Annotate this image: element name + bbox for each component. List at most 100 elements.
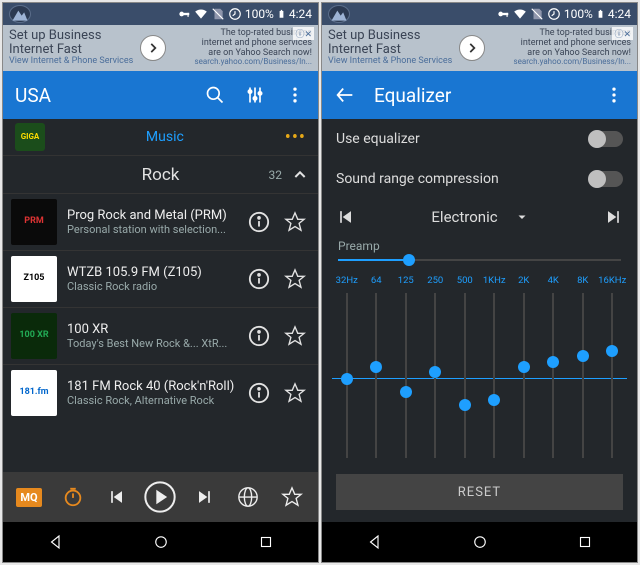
play-button[interactable] — [144, 479, 176, 515]
preset-label: Electronic — [431, 208, 497, 226]
statusbar-app-badge-icon — [9, 5, 31, 23]
station-row[interactable]: Z105 WTZB 105.9 FM (Z105) Classic Rock r… — [3, 250, 318, 307]
nav-recent-icon[interactable] — [576, 533, 594, 551]
station-row[interactable]: PRM Prog Rock and Metal (PRM) Personal s… — [3, 193, 318, 250]
band-thumb[interactable] — [488, 394, 500, 406]
battery-icon — [277, 7, 286, 21]
wifi-icon — [194, 7, 208, 21]
eq-band[interactable]: 32Hz — [332, 275, 362, 458]
station-subtitle: Today's Best New Rock &... XtR... — [67, 337, 238, 350]
wifi-icon — [513, 7, 527, 21]
tab-music[interactable]: Music — [45, 129, 285, 145]
band-slider[interactable] — [464, 293, 466, 458]
equalizer-bands: 32Hz 64 125 250 500 1KHz 2K 4K 8K 16KHz — [322, 271, 637, 466]
band-thumb[interactable] — [459, 399, 471, 411]
eq-band[interactable]: 2K — [509, 275, 539, 458]
eq-band[interactable]: 4K — [539, 275, 569, 458]
prev-button[interactable] — [101, 487, 133, 507]
nav-back-icon[interactable] — [366, 533, 384, 551]
band-slider[interactable] — [493, 293, 495, 458]
next-button[interactable] — [188, 487, 220, 507]
ad-arrow-icon[interactable] — [459, 35, 485, 61]
band-slider[interactable] — [611, 293, 613, 458]
ad-banner[interactable]: Set up BusinessInternet Fast View Intern… — [322, 25, 637, 71]
eq-band[interactable]: 64 — [362, 275, 392, 458]
band-label: 500 — [457, 275, 473, 287]
appbar: USA — [3, 71, 318, 119]
quality-button[interactable]: MQ — [13, 488, 45, 507]
globe-icon[interactable] — [232, 486, 264, 508]
nav-home-icon[interactable] — [471, 533, 489, 551]
band-thumb[interactable] — [606, 345, 618, 357]
overflow-menu-icon[interactable] — [284, 84, 306, 106]
eq-band[interactable]: 250 — [421, 275, 451, 458]
nav-back-icon[interactable] — [47, 533, 65, 551]
use-equalizer-row[interactable]: Use equalizer — [322, 119, 637, 159]
info-icon[interactable] — [248, 325, 274, 347]
favorite-icon[interactable] — [276, 486, 308, 508]
preset-next-icon[interactable] — [603, 207, 623, 227]
band-slider[interactable] — [552, 293, 554, 458]
filter-icon[interactable] — [244, 84, 266, 106]
band-thumb[interactable] — [429, 366, 441, 378]
tab-more-icon[interactable]: ••• — [285, 127, 306, 148]
band-label: 16KHz — [598, 275, 626, 287]
info-icon[interactable] — [248, 268, 274, 290]
ad-arrow-icon[interactable] — [140, 35, 166, 61]
star-icon[interactable] — [284, 268, 310, 290]
info-icon[interactable] — [248, 382, 274, 404]
station-art-icon: Z105 — [11, 256, 57, 302]
band-thumb[interactable] — [341, 373, 353, 385]
station-row[interactable]: 100 XR 100 XR Today's Best New Rock &...… — [3, 307, 318, 364]
clock-text: 4:24 — [608, 7, 631, 21]
no-sim-icon — [211, 7, 225, 21]
back-icon[interactable] — [334, 84, 356, 106]
band-thumb[interactable] — [577, 350, 589, 362]
band-label: 64 — [371, 275, 382, 287]
info-icon[interactable] — [248, 211, 274, 233]
eq-band[interactable]: 125 — [391, 275, 421, 458]
compression-switch[interactable] — [589, 171, 623, 187]
ad-banner[interactable]: Set up BusinessInternet Fast View Intern… — [3, 25, 318, 71]
nav-home-icon[interactable] — [152, 533, 170, 551]
preamp-slider[interactable]: Preamp — [322, 235, 637, 271]
nav-recent-icon[interactable] — [257, 533, 275, 551]
appbar: Equalizer — [322, 71, 637, 119]
eq-band[interactable]: 500 — [450, 275, 480, 458]
ad-close-icon[interactable]: ⓘ✕ — [612, 27, 633, 40]
band-label: 8K — [577, 275, 588, 287]
overflow-menu-icon[interactable] — [603, 84, 625, 106]
band-thumb[interactable] — [518, 361, 530, 373]
battery-text: 100% — [245, 7, 274, 21]
search-icon[interactable] — [204, 84, 226, 106]
sleep-timer-icon[interactable] — [57, 486, 89, 508]
band-slider[interactable] — [582, 293, 584, 458]
eq-band[interactable]: 1KHz — [480, 275, 510, 458]
band-thumb[interactable] — [370, 361, 382, 373]
station-row[interactable]: 181.fm 181 FM Rock 40 (Rock'n'Roll) Clas… — [3, 364, 318, 421]
band-thumb[interactable] — [547, 356, 559, 368]
compression-row[interactable]: Sound range compression — [322, 159, 637, 199]
star-icon[interactable] — [284, 382, 310, 404]
band-slider[interactable] — [346, 293, 348, 458]
phone-left: 100% 4:24 Set up BusinessInternet Fast V… — [2, 2, 319, 563]
star-icon[interactable] — [284, 325, 310, 347]
ad-close-icon[interactable]: ⓘ✕ — [293, 27, 314, 40]
eq-band[interactable]: 8K — [568, 275, 598, 458]
preset-prev-icon[interactable] — [336, 207, 356, 227]
band-slider[interactable] — [405, 293, 407, 458]
preset-dropdown[interactable]: Electronic — [374, 208, 585, 226]
update-icon — [228, 7, 242, 21]
use-equalizer-switch[interactable] — [589, 131, 623, 147]
band-slider[interactable] — [434, 293, 436, 458]
player-bar: MQ — [3, 472, 318, 522]
tab-thumb-icon[interactable]: GIGA — [15, 123, 45, 151]
ad-subline: View Internet & Phone Services — [9, 57, 140, 67]
band-slider[interactable] — [523, 293, 525, 458]
band-thumb[interactable] — [400, 386, 412, 398]
band-slider[interactable] — [375, 293, 377, 458]
reset-button[interactable]: RESET — [336, 474, 623, 510]
eq-band[interactable]: 16KHz — [598, 275, 628, 458]
category-header[interactable]: Rock 32 — [3, 155, 318, 193]
star-icon[interactable] — [284, 211, 310, 233]
